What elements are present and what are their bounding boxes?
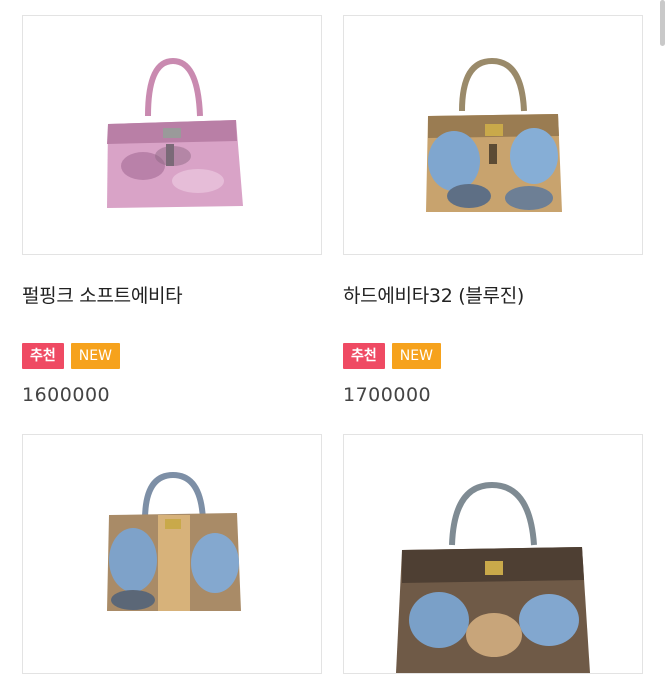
badge-group: 추천 NEW [343,343,441,369]
product-grid: 펄핑크 소프트에비타 추천 NEW 1600000 하드에비타32 (블루진) … [0,0,667,674]
product-image[interactable] [343,434,643,674]
blue-handbag-image [426,57,562,212]
product-image[interactable] [22,15,322,255]
scrollbar-thumb[interactable] [660,0,665,46]
new-badge: NEW [70,343,120,369]
recommend-badge: 추천 [22,343,64,369]
product-name[interactable]: 하드에비타32 (블루진) [343,281,524,308]
blue-tan-handbag-image [107,471,241,611]
pink-handbag-image [107,57,243,208]
new-badge: NEW [391,343,441,369]
product-price: 1600000 [22,384,111,406]
product-name[interactable]: 펄핑크 소프트에비타 [22,281,183,308]
recommend-badge: 추천 [343,343,385,369]
product-price: 1700000 [343,384,432,406]
product-image[interactable] [343,15,643,255]
product-image[interactable] [22,434,322,674]
badge-group: 추천 NEW [22,343,120,369]
blue-brown-handbag-image [396,481,590,673]
